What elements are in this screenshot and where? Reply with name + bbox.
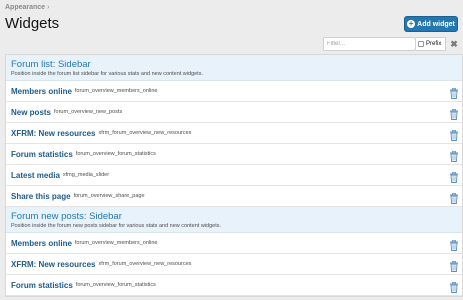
trash-icon[interactable] [449,280,459,293]
page-title: Widgets [5,15,60,32]
widget-row[interactable]: XFRM: New resources xfrm_forum_overview_n… [6,123,462,144]
trash-icon[interactable] [449,191,459,204]
widget-row[interactable]: XFRM: New resources xfrm_forum_overview_n… [6,254,462,275]
widget-key: xfrm_forum_overview_new_resources [98,130,192,136]
trash-icon[interactable] [449,149,459,162]
trash-icon[interactable] [449,238,459,251]
widget-key: xfmg_media_slider [62,172,110,178]
widget-name[interactable]: Latest media [11,171,60,180]
trash-icon[interactable] [449,128,459,141]
prefix-checkbox[interactable] [418,41,424,47]
widget-key: forum_overview_forum_statistics [75,282,156,288]
widget-name[interactable]: Members online [11,87,72,96]
group-title[interactable]: Forum list: Sidebar [11,59,457,70]
breadcrumb-appearance-link[interactable]: Appearance [5,4,45,11]
group-header: Forum list: Sidebar Position inside the f… [6,55,462,81]
breadcrumb: Appearance › [5,4,49,11]
group-title[interactable]: Forum new posts: Sidebar [11,211,457,222]
trash-icon[interactable] [449,86,459,99]
widget-row[interactable]: Share this page forum_overview_share_page [6,186,462,207]
trash-icon[interactable] [449,107,459,120]
widget-name[interactable]: Forum statistics [11,281,73,290]
filter-input[interactable] [323,37,416,51]
widget-row[interactable]: Members online forum_overview_members_onl… [6,233,462,254]
widget-row[interactable]: Latest media xfmg_media_slider [6,165,462,186]
widget-row[interactable]: Forum statistics forum_overview_forum_sta… [6,144,462,165]
trash-icon[interactable] [449,259,459,272]
widget-row[interactable]: Members online forum_overview_members_onl… [6,81,462,102]
widget-key: forum_overview_members_online [74,88,158,94]
prefix-label: Prefix [426,41,442,47]
widget-key: forum_overview_members_online [74,240,158,246]
widget-name[interactable]: XFRM: New resources [11,260,95,269]
group-header: Forum new posts: Sidebar Position inside … [6,207,462,233]
widget-key: xfrm_forum_overview_new_resources [98,261,192,267]
trash-icon[interactable] [449,170,459,183]
widget-row[interactable]: Forum statistics forum_overview_forum_sta… [6,275,462,296]
clear-filter-icon[interactable]: ✖ [448,38,460,50]
filter-bar: Prefix ✖ [323,37,463,52]
widget-name[interactable]: New posts [11,108,51,117]
prefix-toggle[interactable]: Prefix [416,37,446,51]
widget-list: Forum list: Sidebar Position inside the f… [5,54,463,297]
breadcrumb-separator: › [47,4,50,11]
add-widget-button[interactable]: + Add widget [404,16,458,32]
group-description: Position inside the forum new posts side… [11,223,222,229]
widget-name[interactable]: Members online [11,239,72,248]
widget-key: forum_overview_forum_statistics [75,151,156,157]
add-widget-label: Add widget [417,20,455,28]
group-description: Position inside the forum list sidebar f… [11,71,203,77]
widget-row[interactable]: New posts forum_overview_new_posts [6,102,462,123]
widget-name[interactable]: Forum statistics [11,150,73,159]
widget-key: forum_overview_share_page [73,193,145,199]
widget-key: forum_overview_new_posts [54,109,123,115]
widget-name[interactable]: Share this page [11,192,71,201]
widget-name[interactable]: XFRM: New resources [11,129,95,138]
plus-icon: + [407,19,416,28]
